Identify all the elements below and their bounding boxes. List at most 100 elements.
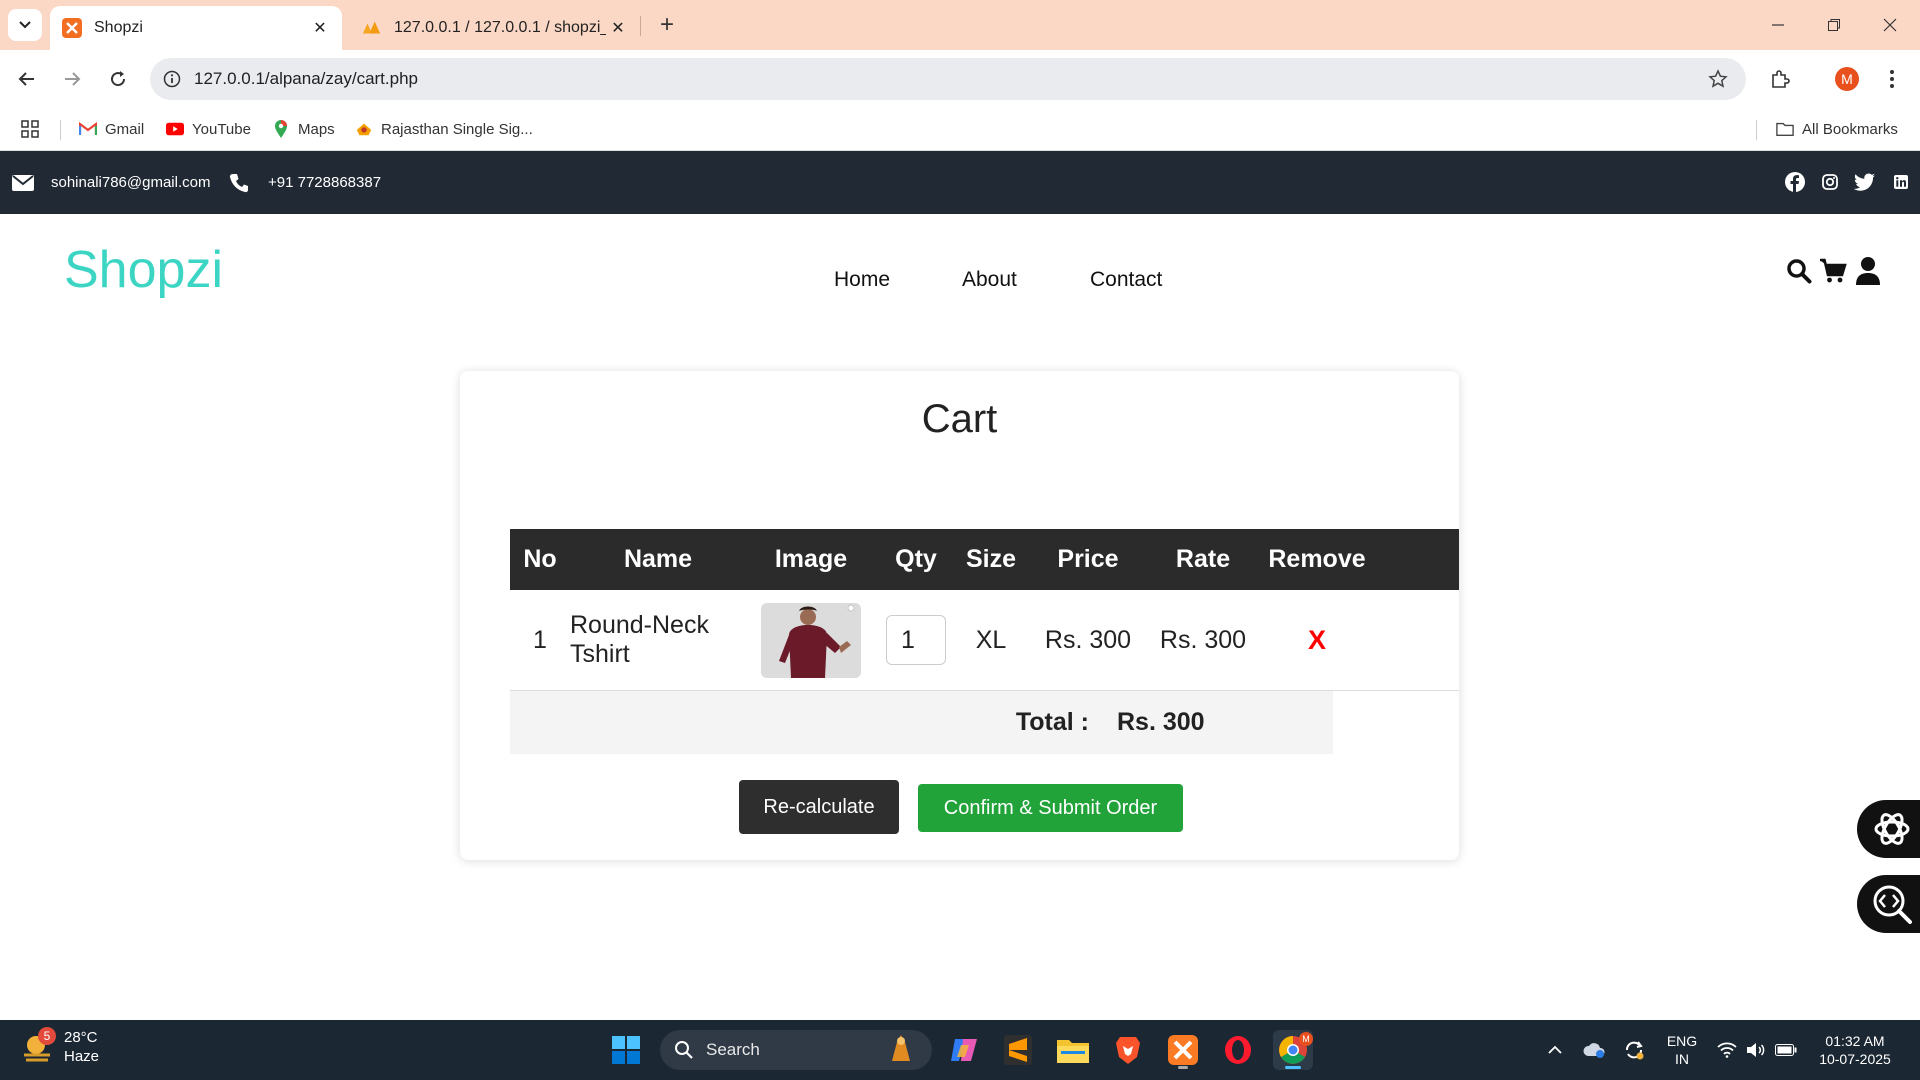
- brave-browser-app[interactable]: [1108, 1030, 1148, 1070]
- avatar: M: [1835, 67, 1859, 91]
- gmail-icon: [79, 120, 97, 138]
- col-image: Image: [774, 545, 848, 573]
- volume-icon[interactable]: [1743, 1020, 1769, 1080]
- quantity-input[interactable]: [886, 615, 946, 665]
- start-button[interactable]: [606, 1030, 646, 1070]
- arrow-left-icon: [18, 72, 34, 86]
- bookmark-rajasthan[interactable]: Rajasthan Single Sig...: [355, 116, 533, 142]
- facebook-icon[interactable]: [1784, 171, 1806, 193]
- tab-phpmyadmin[interactable]: 127.0.0.1 / 127.0.0.1 / shopzi_db ✕: [350, 6, 640, 50]
- apps-button[interactable]: [20, 116, 40, 142]
- item-image-cell: [746, 590, 876, 690]
- arrow-right-icon: [65, 72, 81, 86]
- remove-item-button[interactable]: X: [1256, 590, 1378, 690]
- all-bookmarks-button[interactable]: All Bookmarks: [1776, 116, 1898, 142]
- instagram-icon[interactable]: [1819, 171, 1841, 193]
- search-icon[interactable]: [1784, 254, 1814, 288]
- col-name: Name: [623, 545, 693, 573]
- chevron-down-icon: [19, 21, 31, 29]
- twitter-icon[interactable]: [1854, 171, 1876, 193]
- language-line2: IN: [1675, 1051, 1689, 1067]
- onedrive-tray-icon[interactable]: [1578, 1020, 1610, 1080]
- col-rate: Rate: [1175, 545, 1231, 573]
- reload-button[interactable]: [100, 61, 136, 97]
- back-button[interactable]: [9, 61, 45, 97]
- copilot-icon: [951, 1039, 977, 1061]
- restore-button[interactable]: [1806, 0, 1862, 50]
- language-indicator[interactable]: ENG IN: [1660, 1020, 1704, 1080]
- wifi-icon[interactable]: [1714, 1020, 1740, 1080]
- file-explorer-app[interactable]: [1053, 1030, 1093, 1070]
- bookmark-star-icon[interactable]: [1702, 63, 1734, 95]
- rajasthan-icon: [355, 120, 373, 138]
- browser-toolbar: 127.0.0.1/alpana/zay/cart.php M: [0, 50, 1920, 108]
- close-tab-icon[interactable]: ✕: [308, 18, 332, 38]
- address-bar[interactable]: 127.0.0.1/alpana/zay/cart.php: [150, 58, 1746, 100]
- page-title: Cart: [921, 397, 998, 441]
- tab-search-button[interactable]: [8, 9, 42, 41]
- nav-contact[interactable]: Contact: [1090, 268, 1162, 292]
- chrome-app[interactable]: M: [1273, 1030, 1313, 1070]
- user-icon[interactable]: [1853, 254, 1883, 288]
- forward-button[interactable]: [54, 61, 90, 97]
- profile-button[interactable]: M: [1829, 61, 1865, 97]
- tab-shopzi[interactable]: Shopzi ✕: [50, 6, 342, 50]
- show-hidden-icons-button[interactable]: [1540, 1020, 1570, 1080]
- item-price: Rs. 300: [1044, 625, 1132, 654]
- bookmarks-divider: [60, 120, 61, 140]
- more-vertical-icon: [1890, 70, 1894, 88]
- cart-icon[interactable]: [1818, 254, 1848, 288]
- sublime-text-app[interactable]: [998, 1030, 1038, 1070]
- language-line1: ENG: [1666, 1033, 1698, 1049]
- xampp-favicon-icon: [62, 18, 82, 38]
- code-search-icon: [1873, 885, 1912, 924]
- code-search-button[interactable]: [1857, 875, 1920, 933]
- new-tab-button[interactable]: +: [652, 10, 682, 40]
- recalculate-button[interactable]: Re-calculate: [739, 780, 899, 834]
- url-text[interactable]: 127.0.0.1/alpana/zay/cart.php: [194, 69, 1702, 89]
- opera-app[interactable]: [1218, 1030, 1258, 1070]
- close-tab-icon[interactable]: ✕: [606, 18, 630, 38]
- sync-tray-icon[interactable]: [1618, 1020, 1650, 1080]
- openai-icon: [1874, 813, 1910, 845]
- linkedin-icon[interactable]: [1890, 171, 1912, 193]
- contact-phone[interactable]: +91 7728868387: [229, 151, 381, 214]
- running-indicator: [1178, 1066, 1188, 1069]
- nav-home[interactable]: Home: [834, 268, 890, 292]
- bookmark-youtube[interactable]: YouTube: [166, 116, 251, 142]
- bookmark-maps[interactable]: Maps: [272, 116, 335, 142]
- cart-table-header: No Name Image Qty Size Price Rate Remove: [510, 529, 1459, 590]
- ai-assistant-button[interactable]: [1857, 800, 1920, 858]
- site-logo[interactable]: Shopzi: [64, 240, 223, 300]
- phone-text: +91 7728868387: [268, 174, 382, 191]
- active-indicator: [1285, 1066, 1301, 1069]
- confirm-order-button[interactable]: Confirm & Submit Order: [918, 784, 1183, 832]
- copilot-app[interactable]: [944, 1030, 984, 1070]
- clock-date: 10-07-2025: [1819, 1051, 1891, 1067]
- bookmark-gmail[interactable]: Gmail: [79, 116, 144, 142]
- col-price: Price: [1057, 545, 1119, 573]
- xampp-icon: [1168, 1035, 1198, 1065]
- minimize-button[interactable]: [1750, 0, 1806, 50]
- phpmyadmin-favicon-icon: [362, 18, 382, 38]
- extensions-button[interactable]: [1762, 61, 1798, 97]
- col-remove: Remove: [1268, 545, 1366, 573]
- product-image[interactable]: [761, 602, 861, 678]
- bookmark-label: Rajasthan Single Sig...: [381, 120, 533, 138]
- maps-icon: [272, 120, 290, 138]
- browser-menu-button[interactable]: [1874, 61, 1910, 97]
- close-window-button[interactable]: [1862, 0, 1918, 50]
- nav-about[interactable]: About: [962, 268, 1017, 292]
- taskbar-search[interactable]: Search: [660, 1030, 932, 1070]
- battery-icon[interactable]: [1772, 1020, 1800, 1080]
- contact-email[interactable]: sohinali786@gmail.com: [12, 151, 210, 214]
- clock[interactable]: 01:32 AM 10-07-2025: [1810, 1020, 1900, 1080]
- bookmarks-bar: Gmail YouTube Maps Rajasthan Single Sig.…: [0, 108, 1920, 151]
- browser-tab-bar: Shopzi ✕ 127.0.0.1 / 127.0.0.1 / shopzi_…: [0, 0, 1920, 50]
- site-info-icon[interactable]: [156, 63, 188, 95]
- table-row: 1 Round-Neck Tshirt XL Rs. 300 Rs. 30: [510, 590, 1459, 691]
- bookmark-label: YouTube: [192, 120, 251, 138]
- xampp-app[interactable]: [1163, 1030, 1203, 1070]
- weather-widget[interactable]: 5 28°C Haze: [20, 1027, 99, 1066]
- bookmark-label: Gmail: [105, 120, 145, 138]
